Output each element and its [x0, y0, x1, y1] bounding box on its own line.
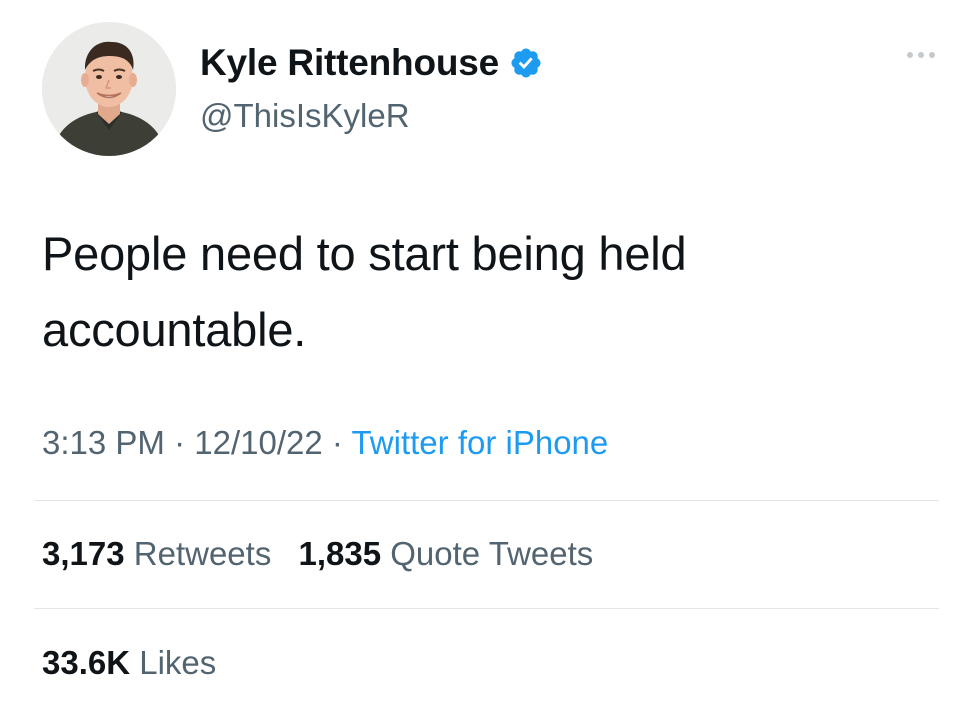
more-options-icon[interactable]	[907, 52, 935, 58]
likes-stat[interactable]: 33.6K Likes	[42, 644, 216, 681]
tweet-meta: 3:13 PM · 12/10/22 · Twitter for iPhone	[42, 424, 608, 462]
quotes-label: Quote Tweets	[390, 535, 594, 572]
tweet-card: Kyle Rittenhouse @ThisIsKyleR People nee…	[0, 0, 957, 707]
tweet-text: People need to start being held accounta…	[42, 227, 687, 356]
retweets-stat[interactable]: 3,173 Retweets	[42, 535, 271, 572]
engagement-stats: 3,173 Retweets 1,835 Quote Tweets	[42, 535, 611, 573]
quotes-count: 1,835	[298, 535, 382, 572]
user-handle[interactable]: @ThisIsKyleR	[200, 97, 410, 135]
likes-row: 33.6K Likes	[42, 644, 234, 682]
tweet-time[interactable]: 3:13 PM	[42, 424, 165, 461]
likes-count: 33.6K	[42, 644, 131, 681]
meta-separator: ·	[174, 424, 186, 461]
meta-separator: ·	[331, 424, 343, 461]
likes-label: Likes	[139, 644, 217, 681]
divider	[34, 608, 939, 609]
verified-badge-icon	[509, 46, 543, 80]
divider	[34, 500, 939, 501]
avatar-image	[42, 22, 176, 156]
retweets-count: 3,173	[42, 535, 125, 572]
avatar[interactable]	[42, 22, 176, 156]
retweets-label: Retweets	[133, 535, 272, 572]
name-row: Kyle Rittenhouse	[200, 42, 543, 84]
tweet-source-link[interactable]: Twitter for iPhone	[351, 424, 608, 461]
quote-tweets-stat[interactable]: 1,835 Quote Tweets	[299, 535, 594, 572]
display-name[interactable]: Kyle Rittenhouse	[200, 42, 499, 84]
tweet-date[interactable]: 12/10/22	[194, 424, 322, 461]
